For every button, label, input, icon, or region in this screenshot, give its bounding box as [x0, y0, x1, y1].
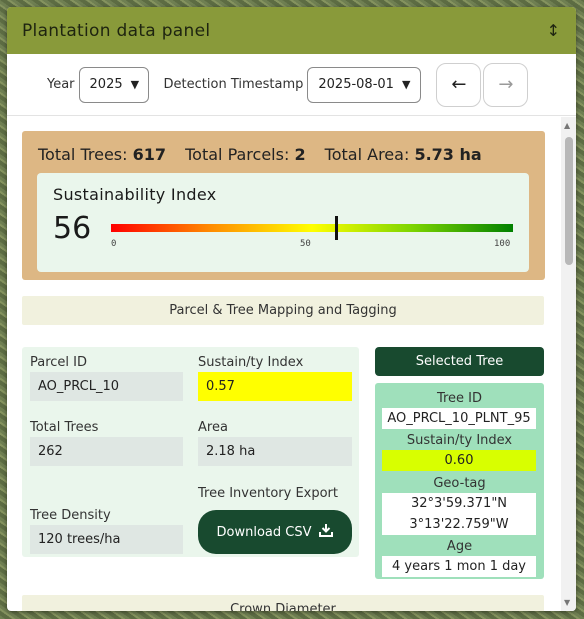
tree-id-label: Tree ID	[436, 391, 483, 406]
selected-tree-button[interactable]: Selected Tree	[375, 347, 544, 376]
resize-icon[interactable]: ↕	[547, 21, 560, 40]
tree-sustain-value: 0.60	[382, 450, 536, 471]
controls-bar: Year 2025 ▼ Detection Timestamp 2025-08-…	[7, 54, 576, 116]
timestamp-label: Detection Timestamp	[163, 77, 304, 92]
total-trees-label: Total Trees:	[38, 145, 128, 164]
parcel-sustain-value: 0.57	[198, 372, 352, 401]
parcel-total-trees-label: Total Trees	[30, 420, 99, 435]
summary-card: Total Trees: 617 Total Parcels: 2 Total …	[22, 131, 545, 280]
total-parcels-value: 2	[294, 145, 306, 164]
scale-min-label: 0	[111, 239, 117, 249]
year-select[interactable]: 2025 ▼	[78, 66, 149, 103]
prev-button[interactable]: ←	[436, 62, 482, 107]
selected-tree-card: Tree ID AO_PRCL_10_PLNT_95 Sustain/ty In…	[375, 383, 544, 579]
download-csv-button[interactable]: Download CSV	[198, 510, 352, 554]
scroll-up-icon[interactable]: ▲	[564, 121, 570, 130]
age-value: 4 years 1 mon 1 day	[382, 556, 536, 577]
geotag-longitude: 3°13'22.759"W	[382, 514, 536, 535]
scale-mid-label: 50	[300, 239, 311, 249]
total-area-label: Total Area:	[324, 145, 410, 164]
tree-density-label: Tree Density	[30, 508, 111, 523]
parcel-id-label: Parcel ID	[30, 355, 88, 370]
panel-header: Plantation data panel ↕	[7, 7, 576, 54]
age-label: Age	[446, 539, 473, 554]
sustainability-value: 56	[53, 211, 92, 246]
crown-diameter-header[interactable]: Crown Diameter	[22, 595, 544, 611]
total-trees-value: 617	[132, 145, 167, 164]
parcel-id-value: AO_PRCL_10	[30, 372, 183, 401]
year-value: 2025	[89, 77, 123, 92]
parcel-area-value: 2.18 ha	[198, 437, 352, 466]
total-area-value: 5.73 ha	[414, 145, 482, 164]
scale-max-label: 100	[494, 239, 511, 249]
timestamp-value: 2025-08-01	[318, 77, 394, 92]
total-parcels-label: Total Parcels:	[185, 145, 290, 164]
summary-stats: Total Trees: 617 Total Parcels: 2 Total …	[38, 145, 496, 164]
scroll-content: Total Trees: 617 Total Parcels: 2 Total …	[7, 117, 576, 611]
next-button[interactable]: →	[483, 62, 529, 107]
download-csv-label: Download CSV	[216, 524, 312, 540]
arrow-right-icon: →	[498, 74, 514, 95]
sustainability-marker	[335, 216, 339, 240]
mapping-section-header[interactable]: Parcel & Tree Mapping and Tagging	[22, 296, 544, 325]
sustainability-box: Sustainability Index 56 0 50 100	[37, 173, 529, 272]
tree-sustain-label: Sustain/ty Index	[406, 433, 513, 448]
timestamp-select[interactable]: 2025-08-01 ▼	[307, 66, 422, 103]
scrollbar[interactable]: ▲ ▼	[561, 117, 576, 611]
parcel-area-label: Area	[198, 420, 228, 435]
tree-inventory-label: Tree Inventory Export	[198, 486, 338, 501]
chevron-down-icon: ▼	[401, 78, 411, 91]
panel-title: Plantation data panel	[22, 20, 211, 41]
parcel-sustain-label: Sustain/ty Index	[198, 355, 304, 370]
parcel-info-card: Parcel ID AO_PRCL_10 Sustain/ty Index 0.…	[22, 347, 359, 557]
arrow-left-icon: ←	[451, 74, 467, 95]
plantation-panel: Plantation data panel ↕ Year 2025 ▼ Dete…	[7, 7, 576, 611]
geotag-latitude: 32°3'59.371"N	[382, 493, 536, 514]
tree-id-value: AO_PRCL_10_PLNT_95	[382, 408, 536, 429]
chevron-down-icon: ▼	[130, 78, 140, 91]
scroll-thumb[interactable]	[565, 137, 573, 265]
scroll-down-icon[interactable]: ▼	[564, 598, 570, 607]
tree-density-value: 120 trees/ha	[30, 525, 183, 554]
sustainability-gradient-bar	[111, 216, 513, 240]
year-label: Year	[47, 77, 75, 92]
sustainability-title: Sustainability Index	[53, 185, 217, 204]
geotag-label: Geo-tag	[433, 476, 486, 491]
download-icon	[319, 523, 334, 541]
parcel-total-trees-value: 262	[30, 437, 183, 466]
